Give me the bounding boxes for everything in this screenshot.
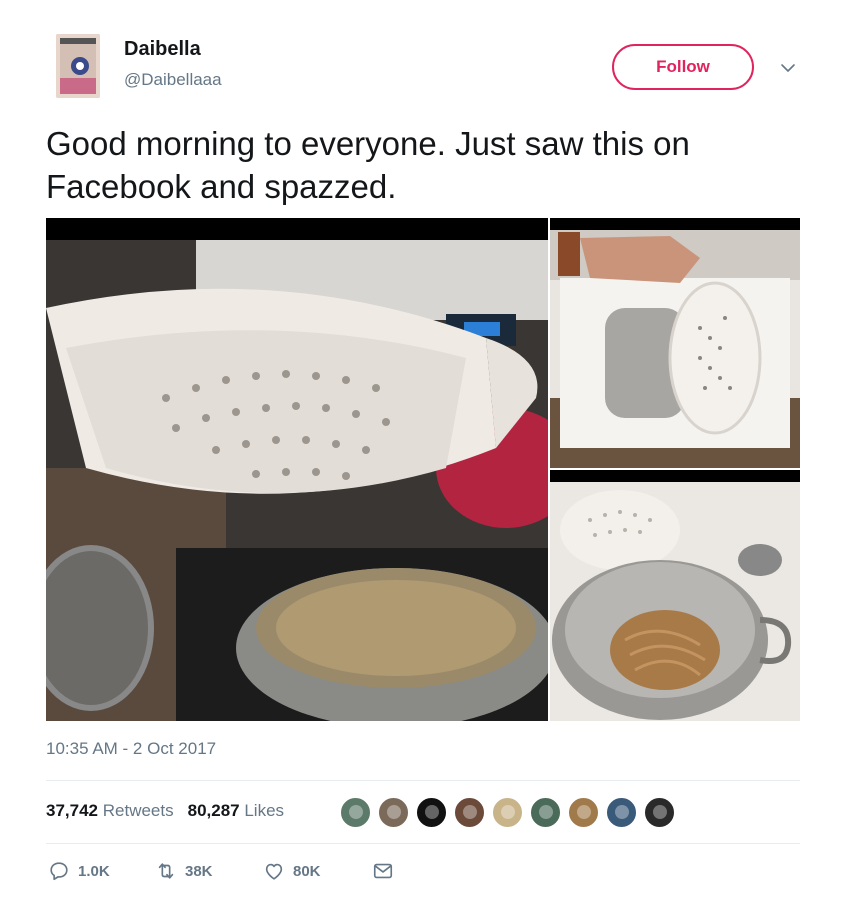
user-handle[interactable]: @Daibellaaa xyxy=(124,70,222,90)
liker-avatar[interactable] xyxy=(453,796,486,829)
liker-avatar[interactable] xyxy=(415,796,448,829)
pot-in-sink-photo-icon xyxy=(550,218,800,468)
liker-avatar[interactable] xyxy=(605,796,638,829)
divider xyxy=(46,843,800,844)
liker-face-icon xyxy=(652,805,667,819)
liker-avatar[interactable] xyxy=(377,796,410,829)
profile-photo-icon xyxy=(56,34,100,98)
retweets-stat[interactable]: 37,742 Retweets xyxy=(46,801,174,821)
reply-button[interactable]: 1.0K xyxy=(48,860,110,882)
liker-face-icon xyxy=(386,805,401,819)
chevron-down-icon[interactable] xyxy=(778,58,798,78)
media-grid xyxy=(46,218,800,721)
likes-count: 80,287 xyxy=(187,801,240,820)
liker-face-icon xyxy=(462,805,477,819)
liker-avatar[interactable] xyxy=(567,796,600,829)
retweet-button[interactable]: 38K xyxy=(155,860,213,882)
follow-button[interactable]: Follow xyxy=(612,44,754,90)
divider xyxy=(46,780,800,781)
liker-face-icon xyxy=(614,805,629,819)
liker-avatar[interactable] xyxy=(339,796,372,829)
avatar[interactable] xyxy=(56,34,100,98)
like-count: 80K xyxy=(293,862,321,880)
photo-spaghetti-in-pot[interactable] xyxy=(550,470,800,721)
tweet-timestamp[interactable]: 10:35 AM - 2 Oct 2017 xyxy=(46,739,216,759)
liker-face-icon xyxy=(500,805,515,819)
reply-icon xyxy=(50,862,68,881)
liker-avatar[interactable] xyxy=(529,796,562,829)
colander-over-pot-photo-icon xyxy=(46,218,548,721)
heart-icon xyxy=(265,863,283,880)
liker-face-icon xyxy=(348,805,363,819)
like-button[interactable]: 80K xyxy=(263,860,321,882)
envelope-icon xyxy=(373,863,393,879)
liker-face-icon xyxy=(538,805,553,819)
tweet-text: Good morning to everyone. Just saw this … xyxy=(46,125,690,205)
retweets-label: Retweets xyxy=(102,801,174,820)
liker-avatar[interactable] xyxy=(643,796,676,829)
reply-count: 1.0K xyxy=(78,862,110,880)
retweets-count: 37,742 xyxy=(46,801,98,820)
display-name[interactable]: Daibella xyxy=(124,38,201,61)
engagement-stats: 37,742 Retweets 80,287 Likes xyxy=(46,801,284,821)
likes-label: Likes xyxy=(244,801,285,820)
spaghetti-in-pot-photo-icon xyxy=(550,470,800,721)
liker-face-icon xyxy=(424,805,439,819)
photo-pot-in-sink[interactable] xyxy=(550,218,800,468)
direct-message-button[interactable] xyxy=(372,860,394,882)
liker-face-icon xyxy=(576,805,591,819)
photo-colander-over-pot[interactable] xyxy=(46,218,548,721)
liker-avatar[interactable] xyxy=(491,796,524,829)
retweet-count: 38K xyxy=(185,862,213,880)
retweet-icon xyxy=(158,863,174,879)
likes-stat[interactable]: 80,287 Likes xyxy=(188,801,284,821)
